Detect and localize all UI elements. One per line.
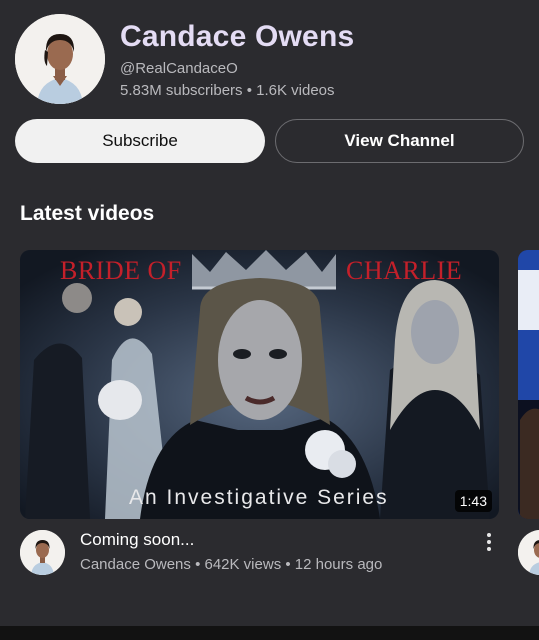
thumbnail-title-left: BRIDE OF	[60, 256, 182, 285]
subscribe-button[interactable]: Subscribe	[15, 119, 265, 163]
more-options-icon[interactable]	[478, 530, 500, 554]
channel-name: Candace Owens	[120, 20, 355, 53]
video-thumbnail[interactable]: BRIDE OF CHARLIE An Investigative Series…	[20, 250, 499, 519]
thumbnail-artwork	[20, 250, 499, 519]
next-thumbnail-artwork	[518, 250, 539, 519]
bottom-bar	[0, 626, 539, 640]
channel-panel: Candace Owens @RealCandaceO 5.83M subscr…	[0, 0, 539, 640]
video-title[interactable]: Coming soon...	[80, 530, 194, 550]
avatar-portrait-small	[20, 530, 65, 575]
avatar-portrait	[15, 14, 105, 104]
video-channel-avatar[interactable]	[20, 530, 65, 575]
channel-stats: 5.83M subscribers • 1.6K videos	[120, 82, 335, 99]
video-meta: Candace Owens • 642K views • 12 hours ag…	[80, 556, 383, 573]
next-video-channel-avatar[interactable]	[518, 530, 539, 575]
thumbnail-title-right: CHARLIE	[346, 256, 463, 285]
view-channel-button[interactable]: View Channel	[275, 119, 524, 163]
channel-handle: @RealCandaceO	[120, 60, 238, 77]
avatar-portrait-peek	[518, 530, 539, 575]
section-title: Latest videos	[20, 202, 155, 225]
channel-avatar[interactable]	[15, 14, 105, 104]
next-video-thumbnail[interactable]	[518, 250, 539, 519]
thumbnail-subtitle: An Investigative Series	[129, 486, 389, 509]
video-duration-badge: 1:43	[454, 490, 492, 512]
